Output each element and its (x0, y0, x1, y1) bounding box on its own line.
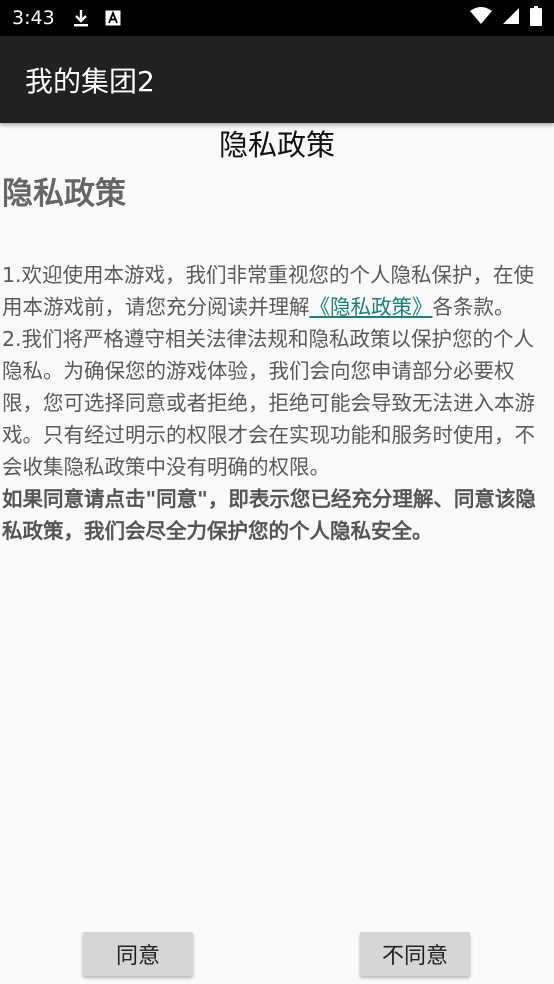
disagree-button[interactable]: 不同意 (360, 932, 470, 976)
agree-button[interactable]: 同意 (83, 932, 193, 976)
signal-icon (502, 7, 520, 29)
app-title: 我的集团2 (25, 64, 155, 98)
privacy-policy-link[interactable]: 《隐私政策》 (310, 295, 433, 319)
battery-icon (530, 6, 542, 30)
paragraph-1-tail: 各条款。 (432, 295, 515, 319)
dialog-title: 隐私政策 (218, 128, 335, 162)
status-right-group (470, 6, 542, 30)
wifi-icon (470, 7, 492, 29)
consent-note: 如果同意请点击"同意"，即表示您已经充分理解、同意该隐私政策，我们会尽全力保护您… (2, 487, 536, 543)
download-icon (73, 9, 89, 27)
policy-paragraph-2: 2.我们将严格遵守相关法律法规和隐私政策以保护您的个人隐私。为确保您的游戏体验，… (2, 327, 535, 479)
privacy-dialog: 隐私政策 隐私政策 1.欢迎使用本游戏，我们非常重视您的个人隐私保护，在使用本游… (0, 123, 554, 543)
status-bar: 3:43 (0, 0, 554, 36)
status-time: 3:43 (12, 7, 55, 29)
app-bar: 我的集团2 (0, 36, 554, 123)
policy-body: 1.欢迎使用本游戏，我们非常重视您的个人隐私保护，在使用本游戏前，请您充分阅读并… (2, 259, 554, 547)
policy-paragraph-1: 1.欢迎使用本游戏，我们非常重视您的个人隐私保护，在使用本游戏前，请您充分阅读并… (2, 259, 554, 323)
policy-heading: 隐私政策 (2, 176, 126, 212)
a-badge-icon (105, 10, 121, 26)
